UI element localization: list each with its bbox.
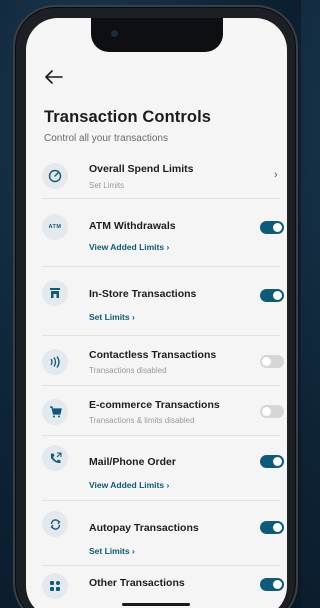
list-item-ecommerce-transactions: E-commerce Transactions Transactions & l… [42,394,284,434]
page-subtitle: Control all your transactions [44,133,168,144]
camera-icon [111,30,118,37]
item-subtitle: Transactions & limits disabled [89,416,195,425]
camera-notch [91,18,223,52]
divider [42,335,280,336]
other-transactions-toggle[interactable] [260,578,284,591]
divider [42,500,280,501]
cart-icon [42,399,68,425]
divider [42,198,280,199]
contactless-icon [42,349,68,375]
list-item-mail-phone-order: Mail/Phone Order View Added Limits › [42,442,284,492]
item-title: Contactless Transactions [89,349,217,361]
phone-frame: Transaction Controls Control all your tr… [13,5,298,608]
view-added-limits-link[interactable]: View Added Limits › [89,480,169,490]
item-title: Other Transactions [89,577,185,589]
item-title: Autopay Transactions [89,522,199,534]
home-indicator[interactable] [122,603,190,606]
speedometer-icon [42,163,68,189]
atm-icon: ATM [42,214,68,240]
item-title: In-Store Transactions [89,288,197,300]
chevron-right-icon: › [274,169,278,181]
divider [42,266,280,267]
list-item-autopay-transactions: Autopay Transactions Set Limits › [42,508,284,558]
back-arrow-icon[interactable] [44,70,64,84]
item-title: Overall Spend Limits [89,163,194,175]
mail-phone-order-toggle[interactable] [260,455,284,468]
store-icon [42,280,68,306]
list-item-atm-withdrawals: ATM ATM Withdrawals View Added Limits › [42,208,284,258]
ecommerce-transactions-toggle[interactable] [260,405,284,418]
autopay-icon [42,511,68,537]
contactless-transactions-toggle[interactable] [260,355,284,368]
grid-icon [42,573,68,599]
divider [42,565,280,566]
set-limits-link[interactable]: Set Limits › [89,546,135,556]
app-screen: Transaction Controls Control all your tr… [26,18,287,608]
divider [42,435,280,436]
item-subtitle: Transactions disabled [89,366,167,375]
item-title: E-commerce Transactions [89,399,220,411]
atm-withdrawals-toggle[interactable] [260,221,284,234]
phone-icon [42,445,68,471]
item-title: Mail/Phone Order [89,456,176,468]
list-item-in-store-transactions: In-Store Transactions Set Limits › [42,276,284,326]
list-item-contactless-transactions: Contactless Transactions Transactions di… [42,344,284,384]
item-subtitle: Set Limits [89,181,125,190]
in-store-transactions-toggle[interactable] [260,289,284,302]
set-limits-link[interactable]: Set Limits › [89,312,135,322]
view-added-limits-link[interactable]: View Added Limits › [89,242,169,252]
divider [42,385,280,386]
list-item-other-transactions: Other Transactions [42,571,284,601]
autopay-transactions-toggle[interactable] [260,521,284,534]
list-item-overall-spend-limits[interactable]: Overall Spend Limits Set Limits › [42,155,280,195]
page-title: Transaction Controls [44,108,212,126]
item-title: ATM Withdrawals [89,220,176,232]
